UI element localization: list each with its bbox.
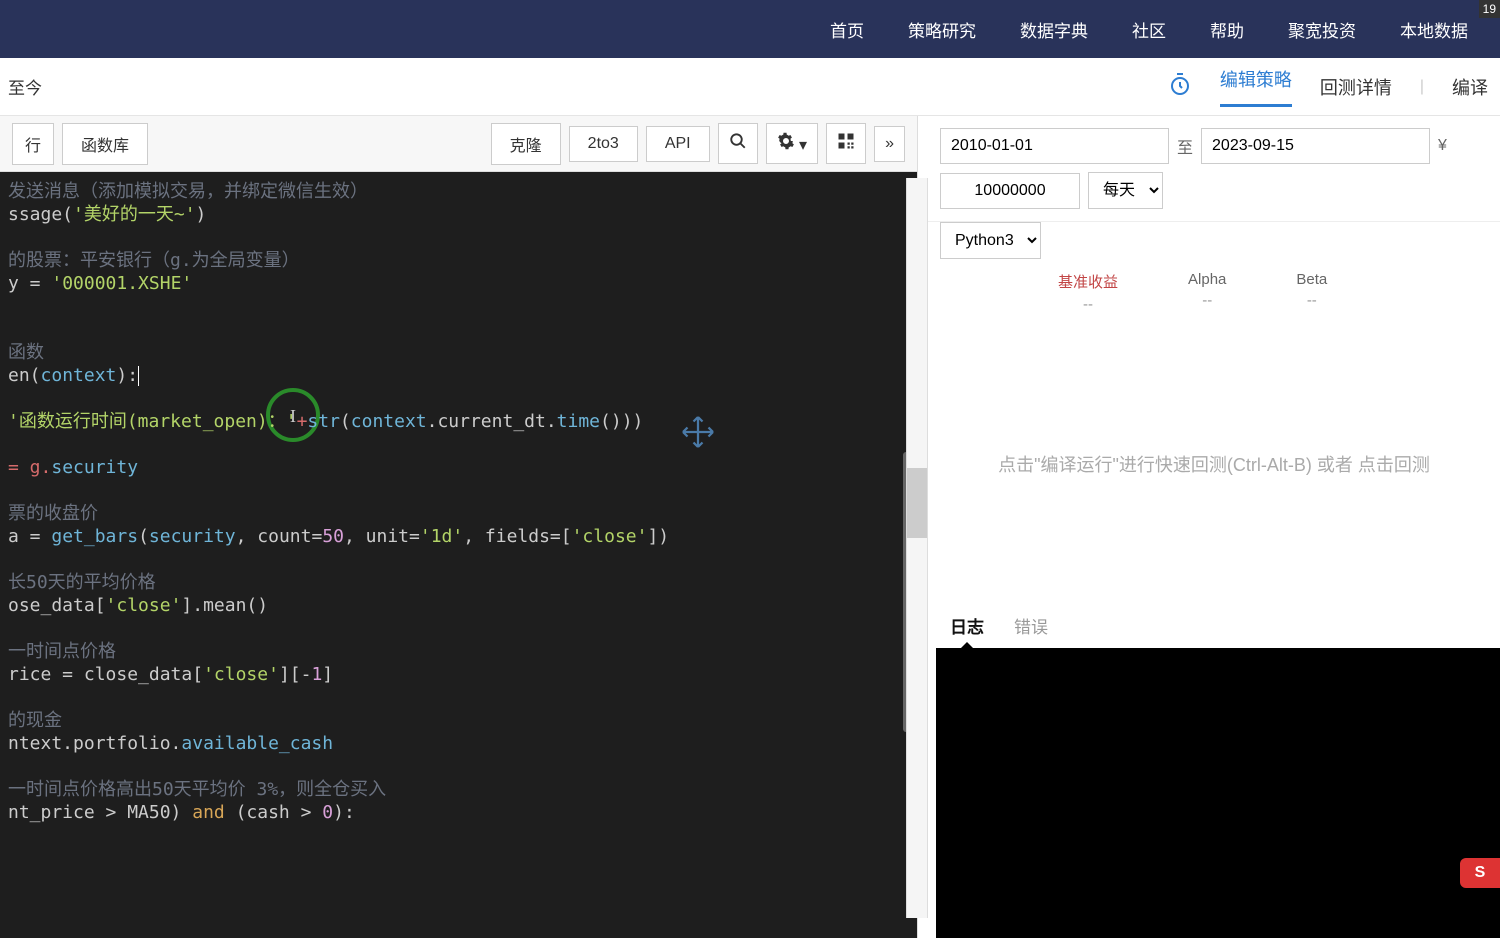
sub-bar: 至今 编辑策略 回测详情 | 编译 xyxy=(0,58,1500,116)
tab-backtest-detail[interactable]: 回测详情 xyxy=(1320,74,1392,100)
separator: | xyxy=(1420,78,1424,96)
code-editor[interactable]: 发送消息（添加模拟交易，并绑定微信生效） ssage('美好的一天~') 的股票… xyxy=(0,172,917,938)
settings-button[interactable]: ▾ xyxy=(766,123,818,164)
tab-compile[interactable]: 编译 xyxy=(1452,74,1488,100)
metric-beta[interactable]: Beta-- xyxy=(1296,271,1327,313)
date-from-input[interactable] xyxy=(940,128,1169,164)
text-cursor xyxy=(138,366,139,386)
code-comment: 票的收盘价 xyxy=(8,503,98,524)
lang-select[interactable]: Python3 xyxy=(940,222,1041,259)
nav-invest[interactable]: 聚宽投资 xyxy=(1266,17,1378,42)
2to3-button[interactable]: 2to3 xyxy=(569,126,638,162)
code-comment: 函数 xyxy=(8,342,44,363)
ime-indicator[interactable]: S xyxy=(1460,858,1500,888)
qr-button[interactable] xyxy=(826,123,866,164)
metric-benchmark[interactable]: 基准收益-- xyxy=(1058,271,1118,313)
timer-icon[interactable] xyxy=(1168,72,1192,101)
run-button[interactable]: 行 xyxy=(12,123,54,165)
clone-button[interactable]: 克隆 xyxy=(491,123,561,165)
nav-data-dict[interactable]: 数据字典 xyxy=(998,17,1110,42)
code-comment: 的现金 xyxy=(8,710,62,731)
editor-toolbar: 行 函数库 克隆 2to3 API ▾ » xyxy=(0,116,917,172)
backtest-params: 至 ¥ 每天 xyxy=(928,116,1500,222)
nav-local-data[interactable]: 本地数据 xyxy=(1378,17,1490,42)
to-label: 至 xyxy=(1177,134,1193,158)
log-output[interactable] xyxy=(936,648,1500,938)
metric-alpha[interactable]: Alpha-- xyxy=(1188,271,1226,313)
funclib-button[interactable]: 函数库 xyxy=(62,123,148,165)
freq-select[interactable]: 每天 xyxy=(1088,172,1163,209)
log-tabs: 日志 错误 xyxy=(928,603,1500,648)
nav-community[interactable]: 社区 xyxy=(1110,17,1188,42)
code-comment: 一时间点价格 xyxy=(8,641,116,662)
code-comment: 长50天的平均价格 xyxy=(8,572,156,593)
strategy-title: 至今 xyxy=(8,74,42,99)
tab-log[interactable]: 日志 xyxy=(950,613,984,638)
tab-error[interactable]: 错误 xyxy=(1014,613,1048,638)
notification-badge[interactable]: 19 xyxy=(1479,0,1500,18)
code-comment: 发送消息（添加模拟交易，并绑定微信生效） xyxy=(8,181,368,202)
code-comment: 的股票：平安银行（g.为全局变量） xyxy=(8,250,300,271)
api-button[interactable]: API xyxy=(646,126,710,162)
top-nav: 首页 策略研究 数据字典 社区 帮助 聚宽投资 本地数据 19 xyxy=(0,0,1500,58)
nav-help[interactable]: 帮助 xyxy=(1188,17,1266,42)
more-button[interactable]: » xyxy=(874,126,905,162)
currency-label: ¥ xyxy=(1438,137,1447,155)
metrics-row: 基准收益-- Alpha-- Beta-- xyxy=(928,267,1500,325)
nav-home[interactable]: 首页 xyxy=(808,17,886,42)
date-to-input[interactable] xyxy=(1201,128,1430,164)
nav-strategy[interactable]: 策略研究 xyxy=(886,17,998,42)
tab-edit-strategy[interactable]: 编辑策略 xyxy=(1220,66,1292,107)
search-button[interactable] xyxy=(718,123,758,164)
code-comment: 一时间点价格高出50天平均价 3%，则全仓买入 xyxy=(8,779,386,800)
backtest-hint: 点击"编译运行"进行快速回测(Ctrl-Alt-B) 或者 点击回测 xyxy=(928,325,1500,603)
amount-input[interactable] xyxy=(940,173,1080,209)
